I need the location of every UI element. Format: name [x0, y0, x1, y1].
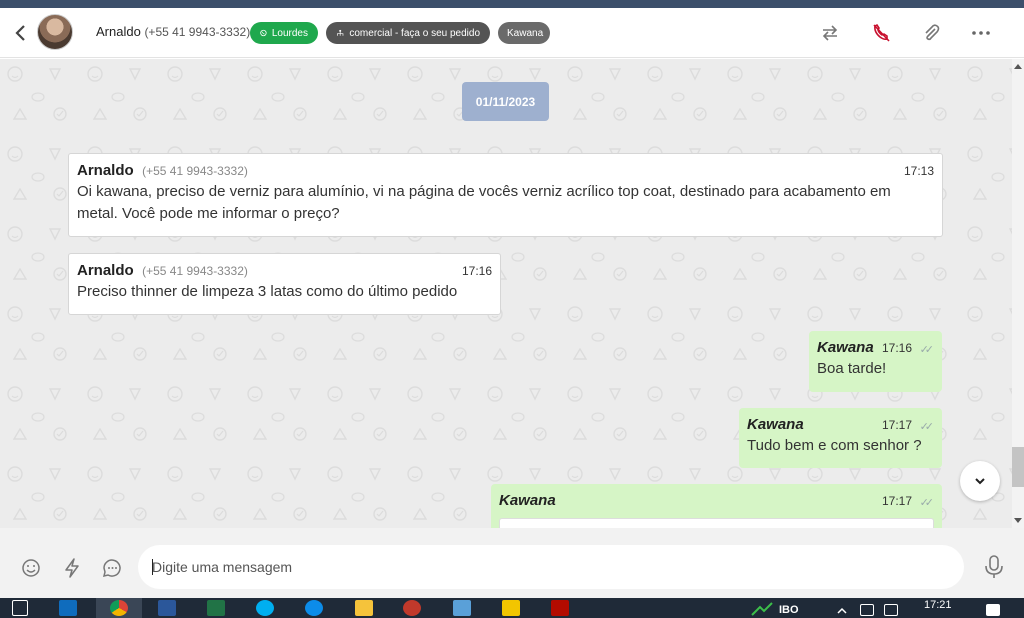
microphone-icon[interactable]: [983, 554, 1005, 580]
message-composer: [0, 528, 1024, 598]
attachment-preview[interactable]: [499, 518, 934, 528]
tag-lourdes[interactable]: Lourdes: [250, 22, 318, 44]
date-separator: 01/11/2023: [462, 82, 549, 121]
whatsapp-icon: [260, 29, 267, 37]
tag-agent[interactable]: Kawana: [498, 22, 550, 44]
message-time: 17:16: [881, 341, 912, 355]
contact-name: Arnaldo: [96, 24, 141, 39]
word-icon[interactable]: [158, 600, 176, 616]
message-text: Oi kawana, preciso de verniz para alumín…: [77, 183, 891, 222]
more-icon[interactable]: [970, 22, 992, 44]
acrobat-icon[interactable]: [551, 600, 569, 616]
chrome-icon[interactable]: [110, 600, 128, 616]
message-input[interactable]: [138, 545, 964, 589]
double-check-icon: ✓✓: [919, 421, 935, 433]
message-time: 17:17: [881, 494, 912, 508]
sender-name: Arnaldo: [77, 162, 134, 179]
agent-name: Kawana: [499, 492, 556, 509]
scroll-down-button[interactable]: [960, 461, 1000, 501]
tag-label: Lourdes: [271, 27, 308, 39]
edge-icon[interactable]: [305, 600, 323, 616]
back-arrow-icon[interactable]: [12, 23, 30, 43]
message-text: Preciso thinner de limpeza 3 latas como …: [77, 283, 458, 300]
sender-phone: (+55 41 9943-3332): [142, 264, 248, 278]
transfer-icon[interactable]: [819, 22, 841, 44]
message-text: Tudo bem e com senhor ?: [747, 437, 922, 454]
chat-scrollbar[interactable]: [1012, 59, 1024, 528]
scroll-down-arrow[interactable]: [1014, 518, 1022, 523]
message-time: 17:17: [881, 418, 912, 432]
contact-avatar[interactable]: [37, 14, 73, 50]
sticky-notes-icon[interactable]: [502, 600, 520, 616]
control-panel-icon[interactable]: [453, 600, 471, 616]
end-call-icon[interactable]: [870, 22, 892, 44]
tag-label: Kawana: [507, 27, 544, 39]
outgoing-message[interactable]: Kawana 17:17 ✓✓ Tudo bem e com senhor ?: [739, 408, 942, 468]
task-view-icon[interactable]: [12, 600, 28, 616]
message-time: 17:13: [903, 164, 934, 178]
outgoing-message[interactable]: Kawana 17:17 ✓✓: [491, 484, 942, 528]
org-chart-icon: [337, 29, 344, 36]
text-cursor: [152, 559, 153, 575]
scroll-up-arrow[interactable]: [1014, 64, 1022, 69]
skype-icon[interactable]: [256, 600, 274, 616]
tray-icon[interactable]: [860, 604, 874, 616]
file-explorer-icon[interactable]: [355, 600, 373, 616]
chevron-up-icon[interactable]: [836, 606, 848, 614]
agent-name: Kawana: [817, 339, 874, 356]
agent-name: Kawana: [747, 416, 804, 433]
outgoing-message[interactable]: Kawana 17:16 ✓✓ Boa tarde!: [809, 331, 942, 392]
incoming-message[interactable]: Arnaldo (+55 41 9943-3332) 17:16 Preciso…: [68, 253, 501, 315]
chat-messages-area[interactable]: 01/11/2023 Arnaldo (+55 41 9943-3332) 17…: [0, 59, 1012, 528]
double-check-icon: ✓✓: [919, 497, 935, 509]
clock-time[interactable]: 17:21: [924, 599, 952, 611]
window-top-strip: [0, 0, 1024, 8]
network-icon[interactable]: [884, 604, 898, 616]
sender-name: Arnaldo: [77, 262, 134, 279]
app-icon[interactable]: [403, 600, 421, 616]
outlook-icon[interactable]: [59, 600, 77, 616]
excel-icon[interactable]: [207, 600, 225, 616]
stock-trend-icon[interactable]: [750, 601, 774, 617]
lightning-icon[interactable]: [61, 557, 83, 579]
sender-phone: (+55 41 9943-3332): [142, 164, 248, 178]
contact-info[interactable]: Arnaldo (+55 41 9943-3332): [96, 24, 250, 39]
windows-taskbar: IBO 17:21: [0, 598, 1024, 618]
scrollbar-thumb[interactable]: [1012, 447, 1024, 487]
contact-phone: (+55 41 9943-3332): [144, 25, 251, 39]
quick-reply-icon[interactable]: [101, 557, 123, 579]
chat-header: Arnaldo (+55 41 9943-3332) Lourdes comer…: [0, 8, 1024, 58]
tag-department[interactable]: comercial - faça o seu pedido: [326, 22, 490, 44]
emoji-icon[interactable]: [20, 557, 42, 579]
chevron-down-icon: [975, 478, 985, 485]
tag-label: comercial - faça o seu pedido: [349, 27, 480, 39]
notifications-icon[interactable]: [986, 604, 1000, 616]
double-check-icon: ✓✓: [919, 344, 935, 356]
message-time: 17:16: [461, 264, 492, 278]
message-text: Boa tarde!: [817, 360, 887, 377]
attach-icon[interactable]: [920, 22, 942, 44]
incoming-message[interactable]: Arnaldo (+55 41 9943-3332) 17:13 Oi kawa…: [68, 153, 943, 237]
tray-label: IBO: [779, 604, 799, 616]
